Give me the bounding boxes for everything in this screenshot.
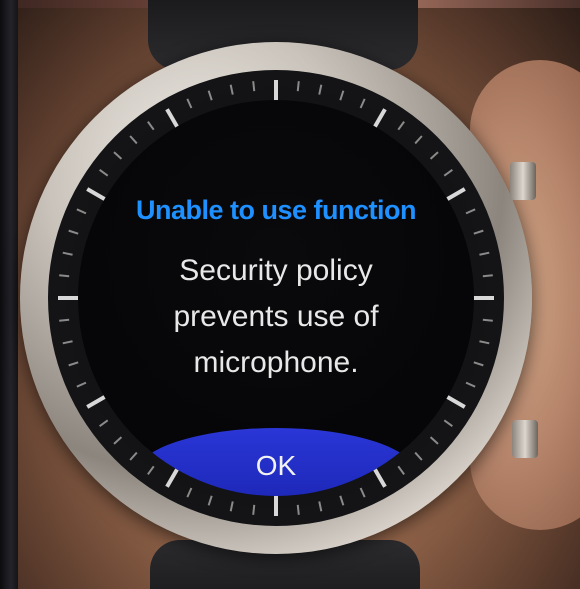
bezel-minor-tick (252, 81, 256, 92)
watch-home-button[interactable] (512, 420, 538, 458)
bezel-minor-tick (473, 229, 484, 235)
bezel-minor-tick (147, 121, 155, 131)
photo-scene: Unable to use function Security policy p… (0, 0, 580, 589)
bezel-major-tick (86, 394, 108, 409)
bezel-minor-tick (62, 251, 73, 256)
bezel-minor-tick (113, 436, 123, 445)
bezel-minor-tick (59, 318, 70, 322)
bezel-minor-tick (479, 251, 490, 256)
ok-button-label: OK (255, 450, 297, 481)
bezel-minor-tick (397, 121, 405, 131)
bezel-major-tick (444, 394, 466, 409)
bezel-minor-tick (429, 436, 439, 445)
dialog-message: Security policy prevents use of micropho… (118, 248, 434, 386)
bezel-minor-tick (443, 419, 453, 427)
bezel-minor-tick (359, 98, 366, 109)
bezel-minor-tick (62, 340, 73, 345)
dialog-message-line: prevents use of (173, 300, 379, 333)
bezel-minor-tick (339, 90, 345, 101)
bezel-minor-tick (443, 169, 453, 177)
bezel-minor-tick (129, 135, 138, 145)
bezel-minor-tick (318, 84, 323, 95)
bezel-minor-tick (186, 98, 193, 109)
bezel-minor-tick (252, 504, 256, 515)
bezel-minor-tick (296, 504, 300, 515)
background-strip (0, 0, 18, 589)
watch-screen: Unable to use function Security policy p… (78, 100, 474, 496)
bezel-minor-tick (465, 381, 476, 388)
bezel-minor-tick (99, 419, 109, 427)
bezel-minor-tick (473, 361, 484, 367)
bezel-major-tick (372, 108, 387, 130)
bezel-minor-tick (68, 361, 79, 367)
bezel-minor-tick (99, 169, 109, 177)
dialog-message-line: Security policy (179, 254, 373, 287)
bezel-minor-tick (429, 151, 439, 160)
bezel-minor-tick (479, 340, 490, 345)
bezel-minor-tick (229, 501, 234, 512)
bezel-minor-tick (229, 84, 234, 95)
bezel-minor-tick (482, 274, 493, 278)
bezel-minor-tick (59, 274, 70, 278)
bezel-minor-tick (76, 381, 87, 388)
bezel-minor-tick (207, 495, 213, 506)
dialog-title: Unable to use function (135, 195, 417, 225)
watch-back-button[interactable] (510, 162, 536, 200)
dialog-message-line: microphone. (193, 346, 359, 379)
bezel-minor-tick (207, 90, 213, 101)
bezel-minor-tick (296, 81, 300, 92)
bezel-minor-tick (68, 229, 79, 235)
bezel-minor-tick (318, 501, 323, 512)
bezel-minor-tick (113, 151, 123, 160)
ok-button[interactable]: OK (134, 428, 418, 496)
bezel-minor-tick (339, 495, 345, 506)
bezel-minor-tick (414, 135, 423, 145)
bezel-minor-tick (482, 318, 493, 322)
